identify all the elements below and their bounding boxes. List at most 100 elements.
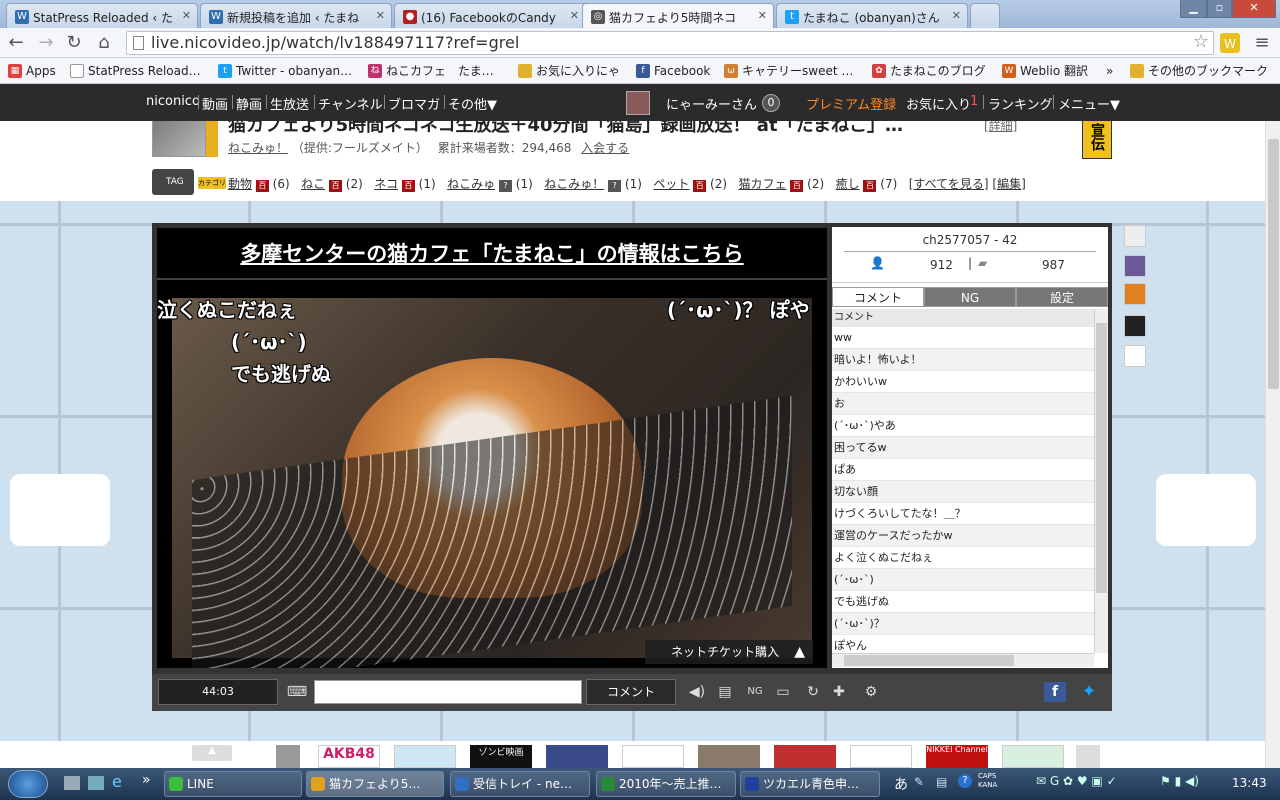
minimize-button[interactable]: ▁ — [1180, 0, 1207, 18]
tab-ng[interactable]: NG — [924, 287, 1016, 307]
home-icon[interactable]: ⌂ — [92, 32, 116, 54]
facebook-share-icon[interactable]: f — [1044, 682, 1066, 702]
browser-tab[interactable]: W StatPress Reloaded ‹ た ✕ — [6, 3, 198, 28]
tab-comments[interactable]: コメント — [832, 287, 924, 307]
browser-tab[interactable]: ● (16) FacebookのCandy ✕ — [394, 3, 586, 28]
list-item[interactable]: 暗いよ！怖いよ！ — [832, 349, 1094, 371]
tag-link[interactable]: ネコ — [374, 177, 398, 191]
page-scrollbar[interactable] — [1265, 121, 1280, 768]
list-item[interactable]: お — [832, 393, 1094, 415]
reload-player-icon[interactable]: ↻ — [802, 682, 824, 702]
see-all-tags-link[interactable]: [すべてを見る] — [909, 177, 989, 191]
comment-input[interactable] — [314, 680, 582, 704]
favorites-link[interactable]: お気に入り — [906, 94, 971, 113]
bookmark-item[interactable]: StatPress Reload… — [70, 62, 201, 80]
thumb-item[interactable] — [276, 745, 300, 768]
thumb-item[interactable] — [622, 745, 684, 768]
thumb-item[interactable]: NIKKEI Channel — [926, 745, 988, 768]
scroll-thumb[interactable] — [844, 655, 1014, 666]
quicklaunch-overflow-icon[interactable]: » — [142, 772, 151, 788]
join-link[interactable]: 入会する — [581, 141, 629, 155]
settings-gear-icon[interactable]: ⚙ — [860, 682, 882, 702]
bookmark-apps[interactable]: ▦ Apps — [8, 62, 56, 80]
close-icon[interactable]: ✕ — [182, 9, 191, 22]
tag-link[interactable]: ねこみゅ — [447, 177, 495, 191]
list-item[interactable]: ぽやん — [832, 635, 1094, 653]
keyboard-icon[interactable]: ⌨ — [286, 682, 308, 702]
window-close-button[interactable]: ✕ — [1232, 0, 1276, 18]
dictionary-icon[interactable]: 百 — [401, 180, 415, 192]
tag-link[interactable]: 猫カフェ — [739, 177, 787, 191]
list-item[interactable]: けづくろいしてたな！＿？ — [832, 503, 1094, 525]
nav-seiga[interactable]: 静画 — [236, 94, 262, 113]
comment-scrollbar[interactable] — [1094, 309, 1108, 653]
edit-tags-link[interactable]: [編集] — [992, 177, 1025, 191]
browser-tab[interactable]: t たまねこ (obanyan)さん ✕ — [776, 3, 968, 28]
list-item[interactable]: よく泣くぬこだねぇ — [832, 547, 1094, 569]
volume-icon[interactable]: ◀) — [686, 682, 708, 702]
thumb-item[interactable] — [1002, 745, 1064, 768]
side-thumb[interactable] — [1124, 345, 1146, 367]
scroll-thumb[interactable] — [1268, 139, 1279, 389]
bookmark-item[interactable]: ねねこカフェ たま… — [368, 62, 494, 80]
tab-settings[interactable]: 設定 — [1016, 287, 1108, 307]
show-desktop-icon[interactable] — [64, 776, 80, 790]
back-arrow-icon[interactable]: ← — [4, 32, 28, 54]
ng-filter-icon[interactable]: NG — [744, 682, 766, 702]
help-icon[interactable]: ? — [958, 774, 972, 788]
nav-video[interactable]: 動画 — [202, 94, 228, 113]
browser-tab-active[interactable]: ◎ 猫カフェより5時間ネコ ✕ — [582, 3, 774, 28]
explorer-icon[interactable] — [88, 776, 104, 790]
reload-icon[interactable]: ↻ — [62, 32, 86, 54]
premium-register-link[interactable]: プレミアム登録 — [806, 94, 896, 113]
address-bar[interactable]: live.nicovideo.jp/watch/lv188497117?ref=… — [126, 31, 1214, 55]
close-icon[interactable]: ✕ — [570, 9, 579, 22]
screen-size-icon[interactable]: ▭ — [772, 682, 794, 702]
close-icon[interactable]: ✕ — [376, 9, 385, 22]
channel-link[interactable]: ねこみゅ！ — [228, 141, 288, 155]
video-area[interactable]: 多摩センターの猫カフェ「たまねこ」の情報はこちら 泣くぬこだねぇ (´･ω･`)… — [157, 228, 827, 668]
thumb-item[interactable] — [774, 745, 836, 768]
dictionary-icon[interactable]: 百 — [790, 180, 804, 192]
start-button[interactable] — [8, 770, 48, 798]
scroll-thumb[interactable] — [1096, 323, 1107, 593]
taskbar-item[interactable]: LINE — [164, 771, 302, 797]
bookmark-item[interactable]: ✿ たまねこのブログ — [872, 62, 986, 80]
ime-tools-icon[interactable]: ✎ — [914, 775, 924, 789]
tag-link[interactable]: ペット — [653, 177, 689, 191]
nav-channel[interactable]: チャンネル — [318, 94, 383, 113]
bookmarks-overflow-button[interactable]: » — [1100, 62, 1113, 80]
list-item[interactable]: (´･ω･`)やあ — [832, 415, 1094, 437]
tag-link[interactable]: 動物 — [228, 177, 252, 191]
thumb-item[interactable]: AKB48 — [318, 745, 380, 768]
dictionary-icon[interactable]: 百 — [328, 180, 342, 192]
nav-live[interactable]: 生放送 — [270, 94, 309, 113]
bookmark-item[interactable]: ω キャテリーsweet … — [724, 62, 853, 80]
username[interactable]: にゃーみーさん — [666, 94, 757, 113]
side-thumb[interactable] — [1124, 255, 1146, 277]
tag-link[interactable]: ねこ — [301, 177, 325, 191]
side-thumb[interactable] — [1124, 225, 1146, 247]
list-item[interactable]: 切ない顔 — [832, 481, 1094, 503]
avatar[interactable] — [626, 91, 650, 115]
nav-more-dropdown[interactable]: その他▼ — [448, 94, 497, 113]
forward-arrow-icon[interactable]: → — [34, 32, 58, 54]
taskbar-item-active[interactable]: 猫カフェより5… — [306, 771, 444, 797]
nav-blomaga[interactable]: ブロマガ — [388, 94, 440, 113]
maximize-button[interactable]: ▫ — [1207, 0, 1232, 18]
tray-icons[interactable]: ✉ G ✿ ♥ ▣ ✓ — [1036, 774, 1117, 788]
tray-icons[interactable]: ⚑ ▮ ◀) — [1160, 774, 1199, 788]
thumb-item[interactable] — [1076, 745, 1100, 768]
side-thumb[interactable] — [1124, 315, 1146, 337]
list-item[interactable]: ぱあ — [832, 459, 1094, 481]
detail-link[interactable]: [詳細] — [984, 121, 1017, 134]
new-tab-button[interactable] — [970, 3, 1000, 28]
tag-link[interactable]: 癒し — [836, 177, 860, 191]
browser-tab[interactable]: W 新規投稿を追加 ‹ たまね ✕ — [200, 3, 392, 28]
tag-link[interactable]: ねこみゅ！ — [544, 177, 604, 191]
taskbar-item[interactable]: ツカエル青色申… — [740, 771, 880, 797]
app-gamepad-icon[interactable]: ✚ — [828, 682, 850, 702]
bookmark-item[interactable]: f Facebook — [636, 62, 710, 80]
thumb-item[interactable] — [698, 745, 760, 768]
bookmark-star-icon[interactable]: ☆ — [1193, 31, 1209, 53]
